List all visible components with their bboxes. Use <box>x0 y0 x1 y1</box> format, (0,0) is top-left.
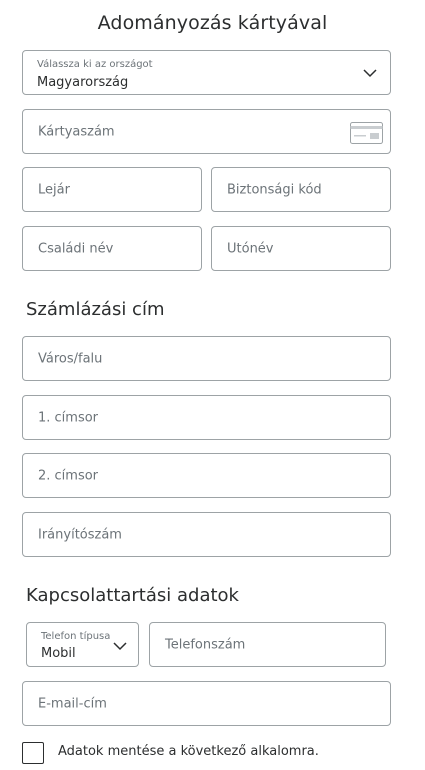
city-placeholder: Város/falu <box>38 351 103 366</box>
country-select-label: Válassza ki az országot <box>37 59 153 70</box>
credit-card-icon <box>350 122 383 144</box>
security-code-placeholder: Biztonsági kód <box>227 182 322 197</box>
zip-code-field[interactable]: Irányítószám <box>22 512 391 557</box>
address-line1-field[interactable]: 1. címsor <box>22 395 391 440</box>
billing-heading: Számlázási cím <box>26 299 165 320</box>
country-select-value: Magyarország <box>37 75 129 90</box>
country-select[interactable]: Válassza ki az országot Magyarország <box>22 50 391 95</box>
address-line2-placeholder: 2. címsor <box>38 468 99 483</box>
save-data-checkbox[interactable] <box>22 742 44 764</box>
city-field[interactable]: Város/falu <box>22 336 391 381</box>
last-name-placeholder: Családi név <box>38 241 114 256</box>
save-data-label[interactable]: Adatok mentése a következő alkalomra. <box>58 744 319 759</box>
page-title: Adományozás kártyával <box>97 12 328 34</box>
expiry-field[interactable]: Lejár <box>22 167 202 212</box>
phone-type-value: Mobil <box>41 646 76 661</box>
phone-type-select[interactable]: Telefon típusa Mobil <box>26 622 139 667</box>
expiry-placeholder: Lejár <box>38 182 70 197</box>
phone-number-placeholder: Telefonszám <box>165 637 246 652</box>
email-placeholder: E-mail-cím <box>38 696 107 711</box>
chevron-down-icon <box>363 69 377 78</box>
phone-number-field[interactable]: Telefonszám <box>149 622 386 667</box>
first-name-field[interactable]: Utónév <box>211 226 391 271</box>
address-line2-field[interactable]: 2. címsor <box>22 453 391 498</box>
zip-code-placeholder: Irányítószám <box>38 527 122 542</box>
email-field[interactable]: E-mail-cím <box>22 681 391 726</box>
card-number-field[interactable]: Kártyaszám <box>22 109 391 154</box>
security-code-field[interactable]: Biztonsági kód <box>211 167 391 212</box>
first-name-placeholder: Utónév <box>227 241 274 256</box>
phone-type-label: Telefon típusa <box>41 631 111 642</box>
last-name-field[interactable]: Családi név <box>22 226 202 271</box>
chevron-down-icon <box>113 642 127 651</box>
contact-heading: Kapcsolattartási adatok <box>26 585 239 606</box>
address-line1-placeholder: 1. címsor <box>38 410 99 425</box>
card-number-placeholder: Kártyaszám <box>38 124 115 139</box>
